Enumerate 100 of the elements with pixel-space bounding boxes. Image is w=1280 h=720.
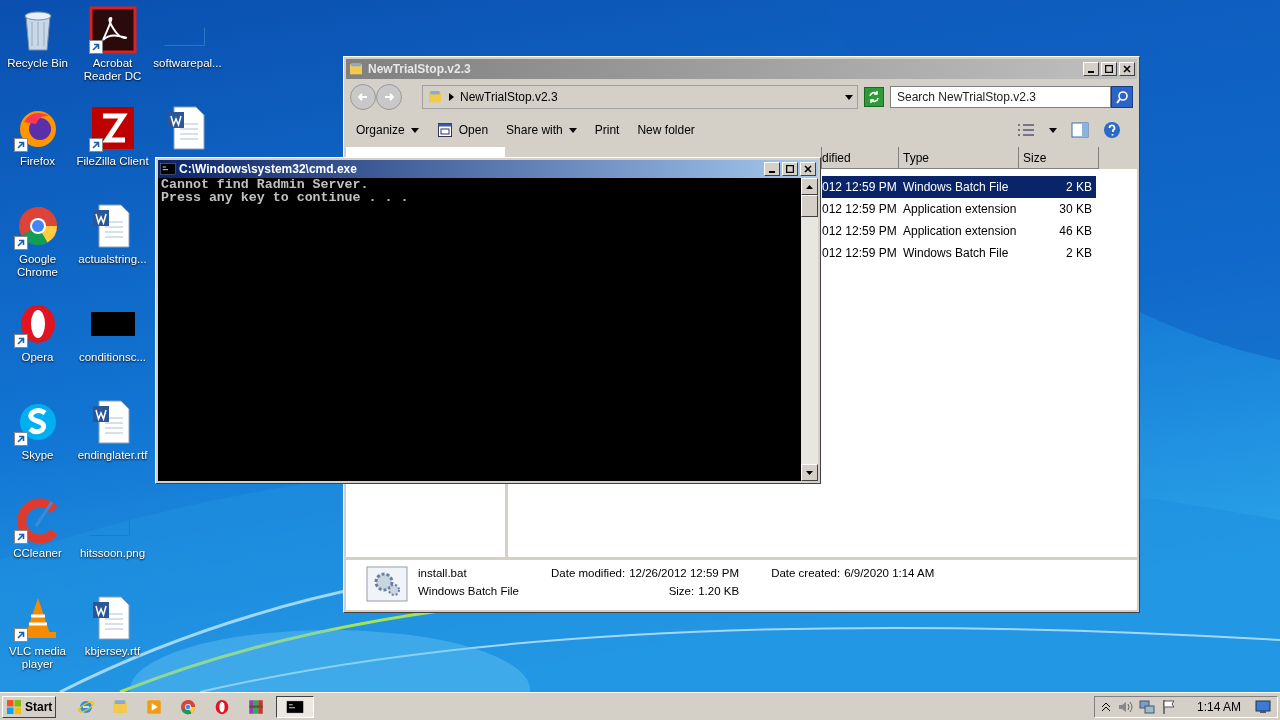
detail-label: Date modified: (551, 566, 626, 580)
start-button[interactable]: Start (2, 695, 57, 718)
size-cell-text: 30 KB (1058, 201, 1092, 218)
desktop-icon-label[interactable]: endinglater.rtf (75, 449, 150, 462)
file-row[interactable]: 012 12:59 PM Application extension 46 KB (822, 220, 1096, 242)
desktop-icon-label[interactable]: conditionsc... (75, 351, 150, 364)
window-title: C:\Windows\system32\cmd.exe (179, 161, 357, 178)
desktop-icon-label[interactable]: Opera (0, 351, 75, 364)
file-row[interactable]: 012 12:59 PM Application extension 30 KB (822, 198, 1096, 220)
type-cell-text: Application extension (902, 223, 1018, 240)
help-icon[interactable] (1103, 121, 1121, 139)
back-arrow-icon (357, 91, 369, 103)
desktop-icon-label[interactable]: Skype (0, 449, 75, 462)
console-icon (160, 161, 176, 177)
refresh-button[interactable] (864, 87, 884, 107)
forward-button[interactable] (376, 84, 402, 110)
close-icon (1123, 65, 1131, 73)
toolbar-button[interactable]: New folder (637, 119, 695, 141)
close-button[interactable] (1119, 62, 1135, 76)
gear-file-icon (366, 566, 408, 602)
size-cell-text: 2 KB (1065, 245, 1092, 262)
file-row[interactable]: 012 12:59 PM Windows Batch File 2 KB (822, 242, 1096, 264)
scroll-up-button[interactable] (801, 178, 818, 195)
desktop-icon-label[interactable]: Firefox (0, 155, 75, 168)
type-cell-text: Windows Batch File (902, 179, 1010, 196)
scroll-down-button[interactable] (801, 464, 818, 481)
file-row[interactable]: 012 12:59 PM Windows Batch File 2 KB (822, 176, 1096, 198)
desktop-icon-label[interactable]: CCleaner (0, 547, 75, 560)
maximize-icon (786, 165, 794, 173)
address-bar[interactable]: NewTrialStop.v2.3 (422, 85, 859, 109)
back-button[interactable] (350, 84, 376, 110)
windows-logo-icon (6, 698, 22, 715)
scroll-down-icon (806, 470, 813, 475)
column-header[interactable]: dified (822, 147, 899, 169)
show-desktop-icon[interactable] (1255, 699, 1271, 714)
view-list-icon[interactable] (1017, 123, 1035, 137)
open-icon (436, 122, 453, 138)
search-field[interactable]: Search NewTrialStop.v2.3 (890, 86, 1111, 108)
search-button[interactable] (1111, 86, 1133, 108)
toolbar-button[interactable]: Open (436, 119, 489, 141)
search-icon (1115, 90, 1129, 104)
date-cell-text: 012 12:59 PM (822, 179, 898, 196)
desktop-icon-label[interactable]: Google Chrome (0, 253, 75, 279)
column-header[interactable]: Type (899, 147, 1019, 169)
address-text: NewTrialStop.v2.3 (460, 89, 558, 106)
detail-value: 1.20 KB (698, 584, 740, 598)
window-title: NewTrialStop.v2.3 (368, 61, 471, 78)
minimize-icon (769, 171, 775, 173)
scrollbar[interactable] (801, 178, 818, 481)
toolbar-button[interactable]: Share with (506, 119, 577, 141)
type-cell-text: Application extension (902, 201, 1018, 218)
toolbar-button[interactable]: Organize (356, 119, 419, 141)
desktop-icon-label[interactable]: Recycle Bin (0, 57, 75, 70)
dropdown-caret-icon (845, 94, 854, 100)
chrome-icon (179, 697, 198, 716)
date-cell-text: 012 12:59 PM (822, 223, 898, 240)
desktop-icon-label[interactable]: hitssoon.png (75, 547, 150, 560)
folder-icon (111, 697, 130, 716)
folder-icon (427, 89, 443, 105)
play-icon (145, 697, 164, 716)
archive-icon (247, 697, 266, 716)
flag-icon[interactable] (1160, 698, 1177, 715)
chevron-up-icon[interactable] (1100, 701, 1111, 712)
size-cell-text: 46 KB (1058, 223, 1092, 240)
folder-icon (348, 61, 364, 77)
detail-value: 12/26/2012 12:59 PM (629, 566, 740, 580)
forward-arrow-icon (383, 91, 395, 103)
desktop-icon-label[interactable]: actualstring... (75, 253, 150, 266)
desktop-icon-label[interactable]: Acrobat Reader DC (75, 57, 150, 83)
view-caret-icon (1049, 127, 1057, 133)
network-icon[interactable] (1138, 698, 1155, 715)
maximize-icon (1105, 65, 1113, 73)
desktop-icon-label[interactable]: softwarepal... (150, 57, 225, 70)
minimize-button[interactable] (1083, 62, 1099, 76)
date-cell-text: 012 12:59 PM (822, 201, 898, 218)
refresh-icon (867, 90, 882, 104)
close-button[interactable] (800, 162, 816, 176)
maximize-button[interactable] (1101, 62, 1117, 76)
detail-label: Date created: (771, 566, 841, 580)
maximize-button[interactable] (782, 162, 798, 176)
preview-pane-icon[interactable] (1071, 122, 1089, 138)
close-icon (804, 165, 812, 173)
taskbar-button[interactable] (276, 695, 315, 718)
type-cell-text: Windows Batch File (902, 245, 1010, 262)
toolbar-button[interactable]: Print (594, 119, 620, 141)
caret-icon (410, 127, 419, 133)
caret-icon (568, 127, 577, 133)
desktop-icon-label[interactable]: FileZilla Client (75, 155, 150, 168)
scroll-up-icon (806, 184, 813, 189)
minimize-button[interactable] (764, 162, 780, 176)
acrobat-icon (88, 6, 137, 54)
size-cell-text: 2 KB (1065, 179, 1092, 196)
detail-value: 6/9/2020 1:14 AM (844, 566, 935, 580)
scroll-thumb[interactable] (801, 195, 818, 217)
file-type: Windows Batch File (418, 584, 519, 598)
file-name: install.bat (418, 566, 468, 580)
column-header[interactable]: Size (1019, 147, 1099, 169)
console-line: Press any key to continue . . . (161, 191, 410, 204)
minimize-icon (1088, 71, 1094, 73)
detail-label: Size: (668, 584, 695, 598)
